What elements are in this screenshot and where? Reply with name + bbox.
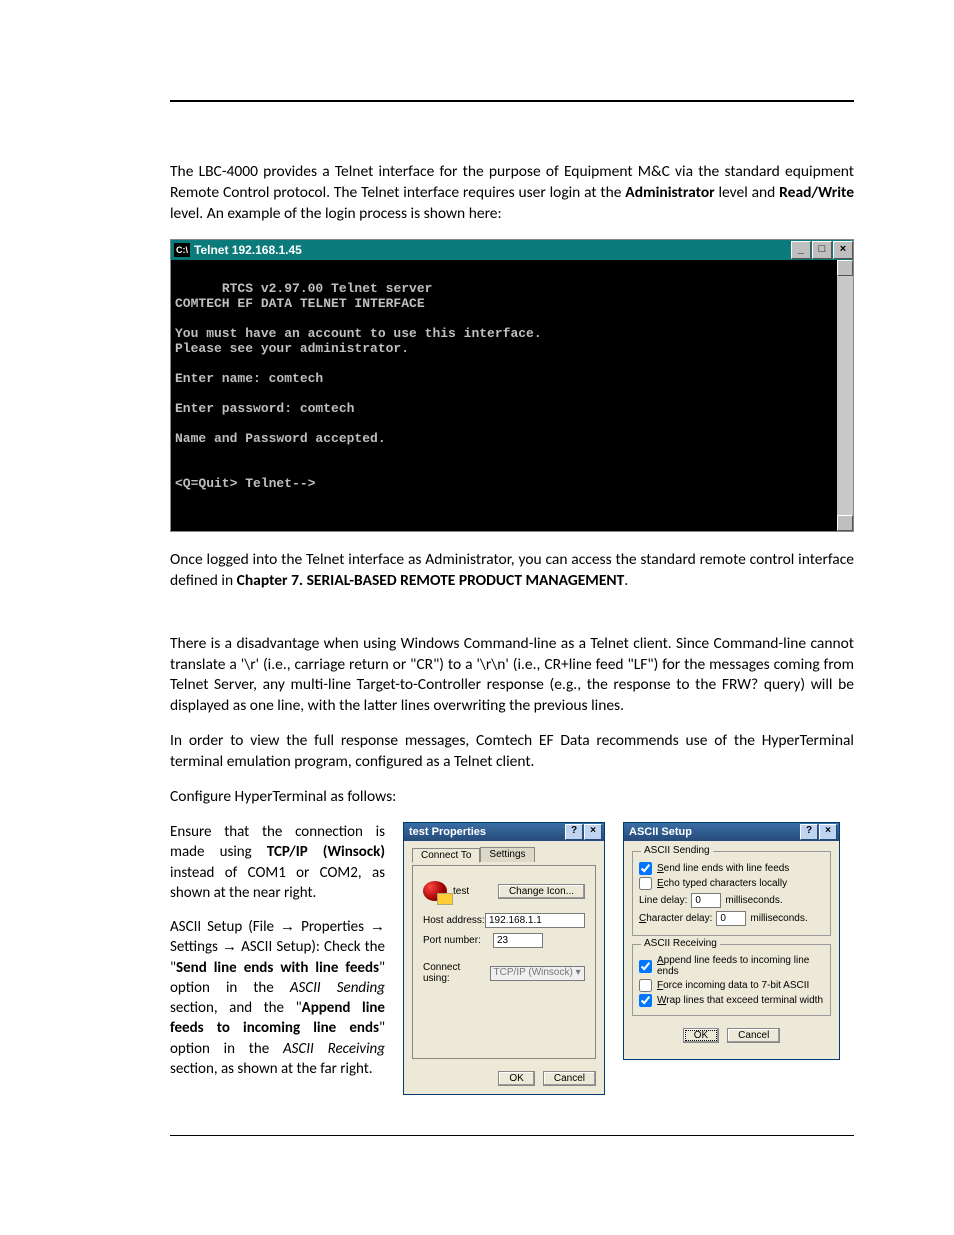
close-button[interactable]: ×: [584, 824, 602, 840]
s2-bold1: Send line ends with line feeds: [176, 959, 379, 977]
connection-icon: [423, 881, 447, 901]
telnet-scrollbar[interactable]: ▲ ▼: [837, 260, 853, 531]
after-telnet-b: .: [624, 571, 628, 590]
step-1: Ensure that the connection is made using…: [170, 822, 385, 903]
intro-admin: Administrator: [625, 183, 714, 202]
ascii-setup-dialog: ASCII Setup ? × ASCII Sending SSend line…: [623, 822, 840, 1060]
close-button[interactable]: ×: [819, 824, 837, 840]
s2-a: ASCII Setup (File: [170, 918, 280, 936]
wrap-checkbox[interactable]: Wrap lines that exceed terminal width: [639, 994, 824, 1007]
recommend-paragraph: In order to view the full response messa…: [170, 731, 854, 773]
send-line-ends-checkbox[interactable]: SSend line ends with line feedsend line …: [639, 862, 824, 875]
line-delay-label: Line delay:: [639, 895, 687, 906]
arrow-icon-2: →: [370, 918, 385, 935]
maximize-button[interactable]: □: [812, 241, 832, 259]
append-checkbox[interactable]: Append line feeds to incoming line ends: [639, 955, 824, 977]
line-delay-input[interactable]: [691, 893, 721, 908]
connect-using-label: Connect using:: [423, 962, 490, 984]
ok-button[interactable]: OK: [683, 1028, 719, 1043]
host-address-label: Host address:: [423, 915, 485, 926]
append-input[interactable]: [639, 960, 652, 973]
echo-checkbox[interactable]: Echo typed characters locally: [639, 877, 824, 890]
ascii-title: ASCII Setup: [629, 826, 799, 838]
s2-f: section, and the ": [170, 999, 302, 1017]
tab-settings[interactable]: Settings: [480, 847, 534, 862]
ascii-receiving-legend: ASCII Receiving: [641, 938, 720, 949]
echo-input[interactable]: [639, 877, 652, 890]
intro-text-c: level. An example of the login process i…: [170, 204, 502, 223]
char-delay-input[interactable]: [716, 911, 746, 926]
connect-using-value: TCP/IP (Winsock): [494, 967, 573, 978]
columns: Ensure that the connection is made using…: [170, 822, 854, 1095]
help-button[interactable]: ?: [565, 824, 583, 840]
intro-rw: Read/Write: [779, 183, 854, 202]
char-delay-unit: milliseconds.: [750, 913, 807, 924]
connection-name: test: [453, 886, 469, 897]
step-2: ASCII Setup (File → Properties → Setting…: [170, 917, 385, 1079]
disadvantage-paragraph: There is a disadvantage when using Windo…: [170, 634, 854, 718]
cancel-button[interactable]: Cancel: [727, 1028, 780, 1043]
line-delay-unit: milliseconds.: [725, 895, 782, 906]
configure-line: Configure HyperTerminal as follows:: [170, 787, 854, 808]
after-telnet-paragraph: Once logged into the Telnet interface as…: [170, 550, 854, 592]
telnet-window: C:\ Telnet 192.168.1.45 _ □ × RTCS v2.97…: [170, 239, 854, 532]
arrow-icon-3: →: [222, 938, 237, 955]
port-number-label: Port number:: [423, 935, 493, 946]
bottom-rule: [170, 1135, 854, 1136]
properties-titlebar: test Properties ? ×: [404, 823, 604, 841]
send-line-ends-input[interactable]: [639, 862, 652, 875]
host-address-input[interactable]: [485, 913, 585, 928]
telnet-titlebar: C:\ Telnet 192.168.1.45 _ □ ×: [171, 240, 853, 260]
minimize-button[interactable]: _: [791, 241, 811, 259]
cancel-button[interactable]: Cancel: [543, 1071, 596, 1086]
s2-b: Properties: [295, 918, 370, 936]
ascii-sending-legend: ASCII Sending: [641, 845, 713, 856]
steps-column: Ensure that the connection is made using…: [170, 822, 385, 1093]
telnet-body: RTCS v2.97.00 Telnet server COMTECH EF D…: [171, 260, 853, 531]
force7-checkbox[interactable]: Force incoming data to 7-bit ASCII: [639, 979, 824, 992]
tab-connect-to[interactable]: Connect To: [412, 848, 480, 863]
arrow-icon: →: [280, 918, 295, 935]
properties-dialog: test Properties ? × Connect To Settings …: [403, 822, 605, 1095]
telnet-title: Telnet 192.168.1.45: [194, 243, 790, 257]
ok-button[interactable]: OK: [498, 1071, 534, 1086]
scroll-down-icon[interactable]: ▼: [837, 515, 853, 531]
port-number-input[interactable]: [493, 933, 543, 948]
scroll-up-icon[interactable]: ▲: [837, 260, 853, 276]
tabs: Connect To Settings: [412, 847, 596, 862]
connect-using-select[interactable]: TCP/IP (Winsock) ▾: [490, 966, 585, 981]
ascii-sending-group: ASCII Sending SSend line ends with line …: [632, 851, 831, 936]
wrap-input[interactable]: [639, 994, 652, 1007]
ascii-receiving-group: ASCII Receiving Append line feeds to inc…: [632, 944, 831, 1016]
ascii-titlebar: ASCII Setup ? ×: [624, 823, 839, 841]
s2-it2: ASCII Receiving: [283, 1040, 385, 1058]
close-button[interactable]: ×: [833, 241, 853, 259]
chapter-ref: Chapter 7. SERIAL-BASED REMOTE PRODUCT M…: [237, 571, 625, 590]
cmd-icon: C:\: [174, 243, 190, 257]
force7-input[interactable]: [639, 979, 652, 992]
chevron-down-icon: ▾: [576, 967, 581, 978]
connect-to-panel: test Change Icon... Host address: Port n…: [412, 865, 596, 1059]
s1-b: TCP/IP (Winsock): [267, 843, 385, 861]
help-button[interactable]: ?: [800, 824, 818, 840]
s2-c: Settings: [170, 938, 222, 956]
s2-h: section, as shown at the far right.: [170, 1060, 373, 1078]
s2-it1: ASCII Sending: [290, 979, 385, 997]
change-icon-button[interactable]: Change Icon...: [498, 884, 585, 899]
s1-c: instead of COM1 or COM2, as shown at the…: [170, 864, 385, 902]
top-rule: [170, 100, 854, 102]
properties-title: test Properties: [409, 826, 564, 838]
intro-text-b: level and: [715, 183, 779, 202]
intro-paragraph: The LBC-4000 provides a Telnet interface…: [170, 162, 854, 225]
telnet-text: RTCS v2.97.00 Telnet server COMTECH EF D…: [175, 281, 542, 491]
